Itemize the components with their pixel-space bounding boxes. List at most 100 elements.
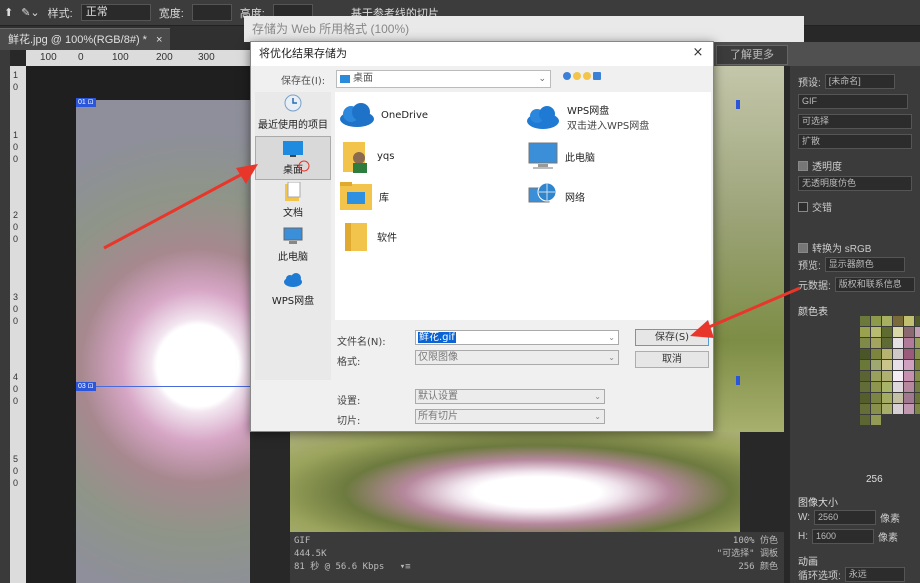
color-swatch[interactable] [871,349,881,359]
cancel-button[interactable]: 取消 [635,351,709,368]
metadata-select[interactable]: 版权和联系信息 [834,277,915,292]
color-swatch[interactable] [871,316,881,326]
color-swatch[interactable] [893,349,903,359]
place-this-pc[interactable]: 此电脑 [255,224,331,268]
color-swatch[interactable] [915,393,920,403]
color-swatch[interactable] [860,415,870,425]
style-select[interactable]: 正常 [80,4,151,21]
color-swatch[interactable] [915,349,920,359]
save-in-select[interactable]: 桌面 ⌄ [336,70,551,88]
matte-select[interactable]: 无透明度仿色 [798,176,912,191]
slice-marker[interactable]: 03 ⊡ [76,382,96,391]
color-swatch[interactable] [904,382,914,392]
list-item-software[interactable]: 软件 [343,220,397,252]
new-folder-icon[interactable] [583,72,591,80]
color-swatch[interactable] [904,327,914,337]
color-swatch[interactable] [893,316,903,326]
color-swatch[interactable] [893,338,903,348]
slices-select[interactable]: 所有切片 ⌄ [415,409,605,424]
color-swatch[interactable] [915,338,920,348]
color-swatch[interactable] [893,404,903,414]
transparency-checkbox[interactable] [798,160,808,171]
view-menu-icon[interactable] [593,72,601,80]
color-swatch[interactable] [893,371,903,381]
interlaced-checkbox[interactable] [798,201,808,212]
list-item-onedrive[interactable]: OneDrive [337,102,428,128]
color-swatch[interactable] [882,393,892,403]
color-swatch[interactable] [915,404,920,414]
preview-select[interactable]: 显示器颜色 [824,257,905,272]
image-height-input[interactable]: 1600 [812,529,874,544]
color-swatch[interactable] [860,382,870,392]
color-swatch[interactable] [871,415,881,425]
color-table[interactable] [860,316,920,470]
color-swatch[interactable] [871,393,881,403]
color-swatch[interactable] [882,338,892,348]
place-desktop[interactable]: 桌面 [255,136,331,180]
color-swatch[interactable] [860,404,870,414]
speed-menu-icon[interactable]: ▾≡ [400,562,411,572]
width-input[interactable] [191,4,232,21]
color-swatch[interactable] [882,316,892,326]
color-swatch[interactable] [860,360,870,370]
format-select[interactable]: GIF [798,94,908,109]
close-tab-icon[interactable]: × [156,34,162,46]
slice-marker[interactable] [736,100,740,109]
back-icon[interactable] [563,72,571,80]
color-swatch[interactable] [893,327,903,337]
color-swatch[interactable] [915,360,920,370]
color-reduction-select[interactable]: 可选择 [798,114,912,129]
document-tab[interactable]: 鲜花.jpg @ 100%(RGB/8#) * × [0,28,171,50]
color-swatch[interactable] [860,393,870,403]
dither-select[interactable]: 扩散 [798,134,912,149]
color-swatch[interactable] [882,382,892,392]
color-swatch[interactable] [860,327,870,337]
color-swatch[interactable] [904,338,914,348]
list-item-user-folder[interactable]: yqs [341,138,394,174]
color-swatch[interactable] [860,349,870,359]
color-swatch[interactable] [871,327,881,337]
color-swatch[interactable] [893,382,903,392]
place-documents[interactable]: 文档 [255,180,331,224]
slice-marker[interactable] [736,376,740,385]
color-swatch[interactable] [871,371,881,381]
color-swatch[interactable] [882,327,892,337]
list-item-library[interactable]: 库 [339,180,389,212]
color-swatch[interactable] [904,360,914,370]
settings-select[interactable]: 默认设置 ⌄ [415,389,605,404]
close-icon[interactable]: × [689,44,707,62]
color-swatch[interactable] [904,349,914,359]
color-swatch[interactable] [915,316,920,326]
color-swatch[interactable] [882,404,892,414]
color-swatch[interactable] [904,371,914,381]
color-swatch[interactable] [871,338,881,348]
place-recent[interactable]: 最近使用的项目 [255,92,331,136]
color-swatch[interactable] [904,393,914,403]
color-swatch[interactable] [860,338,870,348]
color-swatch[interactable] [871,382,881,392]
list-item-network[interactable]: 网络 [527,180,585,212]
tool-icon[interactable]: ⬆ [4,6,13,19]
preset-select[interactable]: [未命名] [824,74,895,89]
up-folder-icon[interactable] [573,72,581,80]
list-item-wps-cloud[interactable]: WPS网盘 双击进入WPS网盘 [525,102,649,132]
list-item-this-pc[interactable]: 此电脑 [527,140,595,172]
color-swatch[interactable] [871,360,881,370]
place-wps-cloud[interactable]: WPS网盘 [255,268,331,312]
format-select[interactable]: 仅限图像 ⌄ [415,350,619,365]
color-swatch[interactable] [882,349,892,359]
filename-input[interactable]: 鲜花.gif ⌄ [415,330,619,345]
color-swatch[interactable] [860,371,870,381]
learn-more-button[interactable]: 了解更多 [716,45,788,65]
color-swatch[interactable] [882,371,892,381]
color-swatch[interactable] [904,316,914,326]
color-swatch[interactable] [915,371,920,381]
save-button[interactable]: 保存(S) [635,329,709,346]
color-swatch[interactable] [893,393,903,403]
brush-tool-icon[interactable]: ✎⌄ [21,6,39,19]
color-swatch[interactable] [893,360,903,370]
loop-options-select[interactable]: 永远 [844,567,905,582]
color-swatch[interactable] [871,404,881,414]
slice-marker[interactable]: 01 ⊡ [76,98,96,107]
color-swatch[interactable] [904,404,914,414]
